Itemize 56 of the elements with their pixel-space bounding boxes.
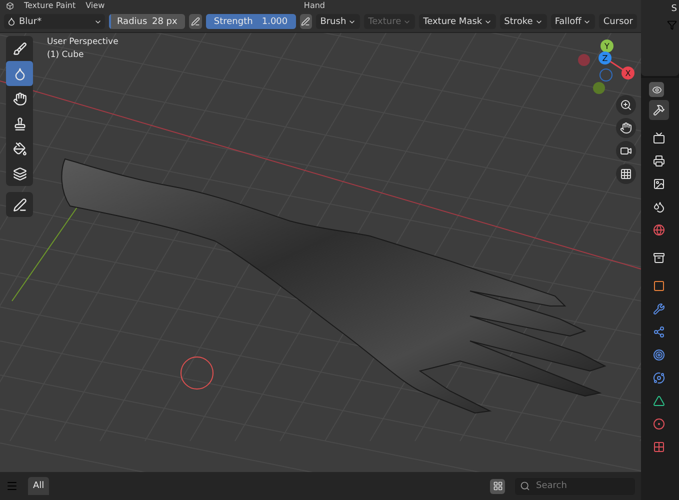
strength-slider[interactable]: Strength 1.000 [206,14,296,29]
view-menu[interactable]: View [86,2,105,10]
navigation-gizmo[interactable]: Y Z X [578,40,634,94]
brush-cursor-circle [180,356,214,390]
globe-icon [653,224,665,236]
box-icon [653,252,665,264]
nodes-icon [653,326,665,338]
paint-bucket-icon [12,142,26,156]
droplets-icon [653,201,665,213]
pressure-button[interactable] [300,14,312,29]
wrench-icon [653,303,665,315]
search-field[interactable]: Search [534,480,628,492]
pan-button[interactable] [616,118,636,138]
header-text: S [671,4,677,14]
zoom-button[interactable] [616,95,636,115]
grid-icon [492,481,502,491]
properties-tab[interactable] [649,100,669,120]
square-icon [653,280,665,292]
header-menu[interactable]: Falloff [550,14,596,29]
header-menu[interactable]: Texture Mask [419,14,496,29]
triangle-icon [653,395,665,407]
checker-icon [653,441,665,453]
pivot-menu[interactable]: Hand [304,2,325,10]
cube-icon [6,2,14,10]
droplet-icon [12,66,26,80]
brush-dropdown[interactable]: Blur* [4,14,105,29]
search-box[interactable]: Search [515,478,635,494]
header-menu[interactable]: Cursor [599,14,637,29]
camera-button[interactable] [616,141,636,161]
shelf-tab[interactable]: All [28,477,50,495]
menu-icon [6,480,18,492]
camera-icon [620,145,632,157]
pen-icon [191,17,200,26]
search-icon [520,481,530,491]
layers-icon [12,166,26,180]
stamp-icon [12,116,26,130]
header-menu[interactable]: Brush [316,14,360,29]
grid-icon [620,168,632,180]
sphere-icon [653,418,665,430]
filter-icon [667,20,677,30]
hand-icon [12,92,26,106]
display-mode-button[interactable] [490,478,505,494]
pen-icon [301,17,310,26]
mode-menu[interactable]: Texture Paint [24,2,76,10]
view-name-text: User Perspective [47,37,118,47]
editor-type-button[interactable] [649,82,664,97]
header-menu[interactable]: Stroke [500,14,547,29]
perspective-button[interactable] [616,164,636,184]
pen-icon [12,198,26,212]
printer-icon [653,155,665,167]
zoom-icon [620,99,632,111]
radius-slider[interactable]: Radius 28 px [109,14,186,29]
pressure-button[interactable] [189,14,202,29]
hand-icon [620,122,632,134]
image-stack-icon [653,178,665,190]
object-name-text: (1) Cube [47,50,85,60]
